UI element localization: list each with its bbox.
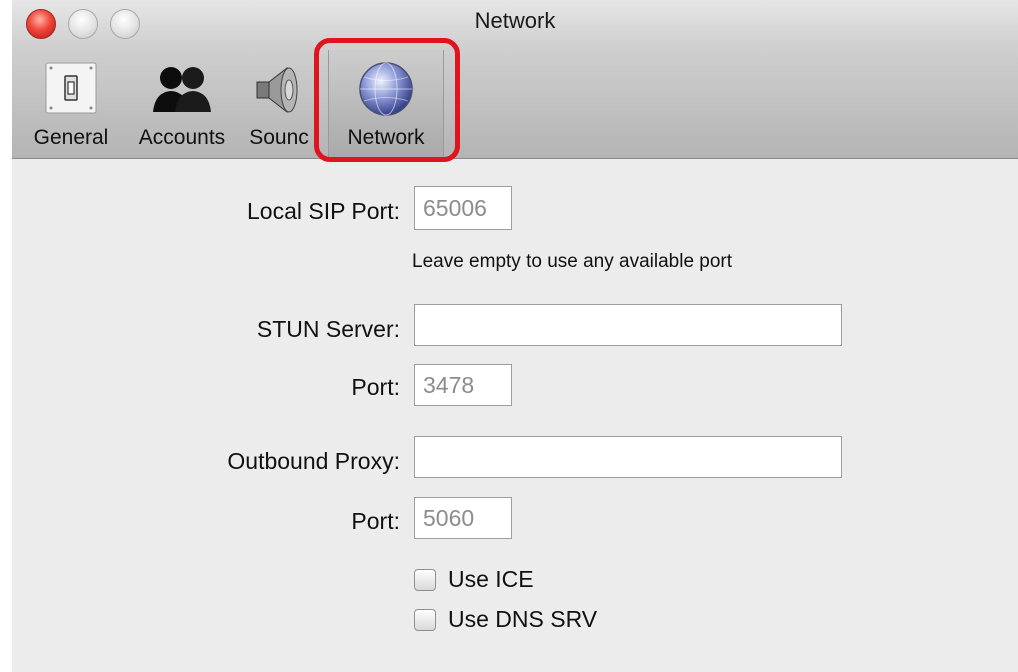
tab-accounts-label: Accounts [138,126,226,149]
proxy-port-label: Port: [351,508,400,534]
stun-server-input[interactable] [414,304,842,346]
stun-port-label: Port: [351,374,400,400]
local-sip-port-hint: Leave empty to use any available port [412,251,733,272]
title-bar: Network General Accounts Sounc Network [12,0,1018,162]
use-dns-srv-label[interactable]: Use DNS SRV [448,606,597,633]
use-dns-srv-checkbox[interactable] [414,609,436,631]
tab-general[interactable]: General [26,50,116,158]
tab-sound-label: Sounc [249,126,309,149]
stun-port-input[interactable] [414,364,512,406]
preferences-window: Network General Accounts Sounc Network L… [12,0,1018,672]
network-tab-highlight [314,38,460,162]
local-sip-port-input[interactable] [414,186,512,230]
proxy-port-input[interactable] [414,497,512,539]
outbound-proxy-label: Outbound Proxy: [227,448,400,474]
tab-general-label: General [33,126,109,149]
window-title: Network [474,8,556,33]
users-icon [149,60,215,121]
outbound-proxy-input[interactable] [414,436,842,478]
tab-sound[interactable]: Sounc [246,50,312,158]
switch-icon [43,60,99,121]
stun-server-label: STUN Server: [256,316,400,342]
speaker-icon [251,60,307,121]
local-sip-port-label: Local SIP Port: [247,198,400,224]
use-ice-label[interactable]: Use ICE [448,566,534,593]
use-ice-checkbox[interactable] [414,569,436,591]
tab-accounts[interactable]: Accounts [130,50,234,158]
